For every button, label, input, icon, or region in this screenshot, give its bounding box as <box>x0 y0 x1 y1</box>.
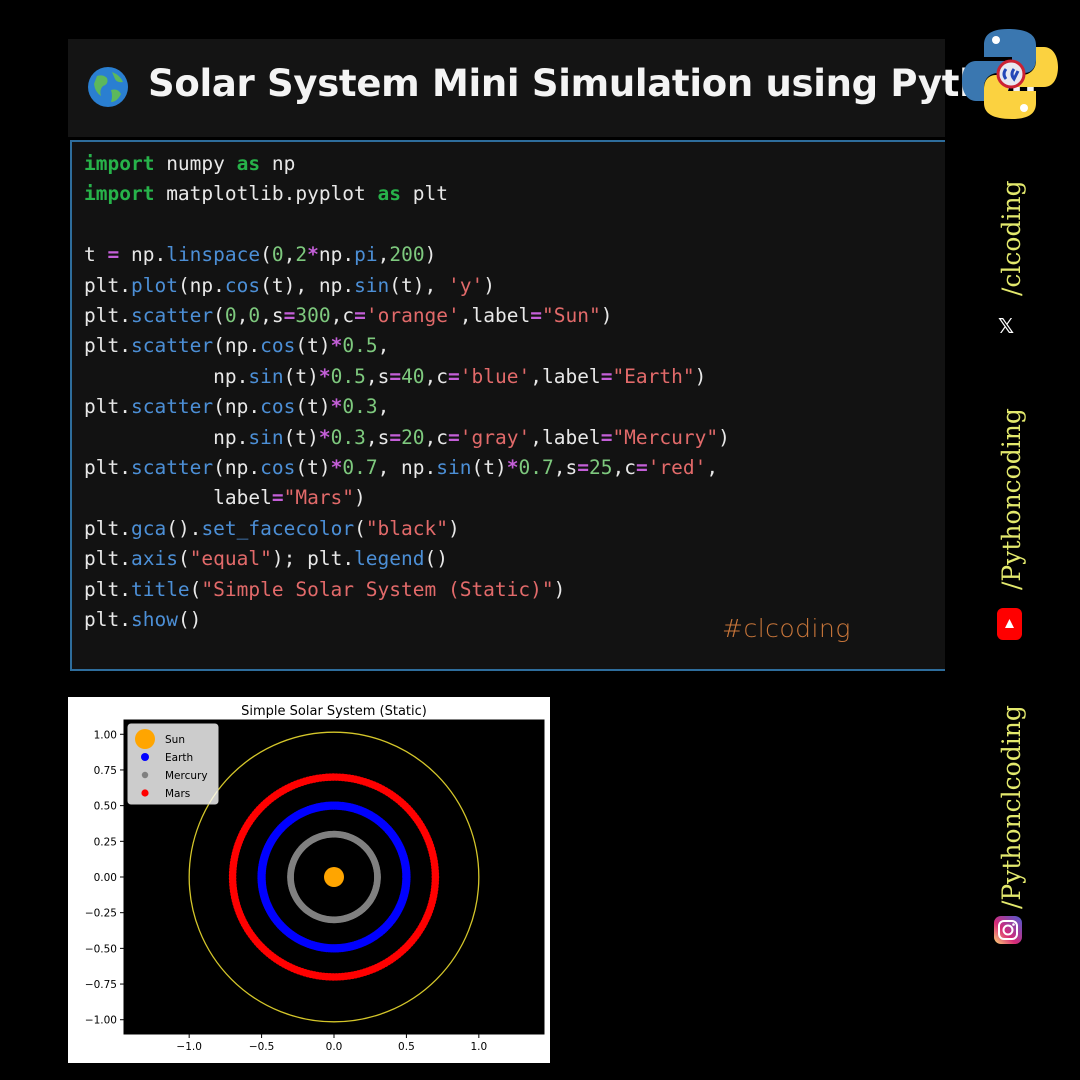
code-line: plt.plot(np.cos(t), np.sin(t), 'y') <box>84 273 495 297</box>
x-icon[interactable]: 𝕏 <box>998 314 1014 338</box>
code-line: label="Mars") <box>84 486 366 510</box>
chart-title: Simple Solar System (Static) <box>241 704 427 719</box>
y-tick-label: 0.75 <box>94 765 117 777</box>
y-tick-label: −1.00 <box>85 1015 117 1027</box>
code-line: plt.axis("equal"); plt.legend() <box>84 547 448 571</box>
globe-icon <box>88 67 128 107</box>
x-tick-label: 1.0 <box>470 1041 487 1053</box>
y-tick-label: −0.25 <box>85 908 117 920</box>
x-tick-label: 0.0 <box>326 1041 343 1053</box>
sidebar-handle-x[interactable]: /clcoding <box>997 180 1026 296</box>
point-mars <box>431 873 440 881</box>
code-line: plt.scatter(0,0,s=300,c='orange',label="… <box>84 304 613 328</box>
legend-marker-earth <box>141 753 149 761</box>
code-line: np.sin(t)*0.5,s=40,c='blue',label="Earth… <box>84 364 707 388</box>
code-line: plt.scatter(np.cos(t)*0.7, np.sin(t)*0.7… <box>84 456 719 480</box>
plot-figure: Simple Solar System (Static) −1.0 −0.5 0.0 0… <box>68 697 550 1063</box>
code-block: import numpy as np import matplotlib.pyp… <box>84 149 730 636</box>
sidebar-handle-instagram[interactable]: /Pythonclcoding <box>997 705 1026 909</box>
y-tick-label: 0.50 <box>94 801 117 813</box>
solar-system-plot: Simple Solar System (Static)−1.0 −0.5 0.0 0… <box>85 704 545 1053</box>
legend-marker-mars <box>141 789 149 797</box>
code-line: plt.scatter(np.cos(t)*0.3, <box>84 395 390 419</box>
legend-label-mars: Mars <box>165 788 190 800</box>
y-tick-label: 1.00 <box>94 729 117 741</box>
code-line: plt.scatter(np.cos(t)*0.5, <box>84 334 390 358</box>
code-line: np.sin(t)*0.3,s=20,c='gray',label="Mercu… <box>84 425 730 449</box>
y-tick-label: −0.50 <box>85 943 117 955</box>
code-line: import numpy as np <box>84 152 296 175</box>
sidebar-handle-youtube[interactable]: /Pythoncoding <box>997 408 1026 590</box>
legend-label-sun: Sun <box>165 734 185 746</box>
legend-marker-mercury <box>141 771 149 779</box>
legend-marker-sun <box>135 729 155 749</box>
post-title: Solar System Mini Simulation using Pytho… <box>148 62 1037 105</box>
code-line: t = np.linspace(0,2*np.pi,200) <box>84 243 437 267</box>
x-tick-label: −1.0 <box>176 1041 202 1053</box>
point-sun <box>324 867 344 887</box>
instagram-icon[interactable] <box>994 916 1022 944</box>
point-mercury <box>374 873 381 881</box>
point-earth <box>402 872 411 882</box>
code-line: import matplotlib.pyplot as plt <box>84 182 448 206</box>
y-tick-label: 0.00 <box>94 872 117 884</box>
code-line: plt.title("Simple Solar System (Static)"… <box>84 577 566 601</box>
legend-label-mercury: Mercury <box>165 770 208 782</box>
y-tick-label: −0.75 <box>85 979 117 991</box>
x-tick-label: 0.5 <box>398 1041 415 1053</box>
code-hashtag: #clcoding <box>722 614 851 643</box>
code-line: plt.gca().set_facecolor("black") <box>84 516 460 540</box>
python-logo <box>962 29 1058 119</box>
x-tick-label: −0.5 <box>249 1041 275 1053</box>
code-line: plt.show() <box>84 608 202 632</box>
legend-label-earth: Earth <box>165 752 193 764</box>
y-tick-label: 0.25 <box>94 836 117 848</box>
youtube-icon[interactable] <box>997 608 1022 640</box>
